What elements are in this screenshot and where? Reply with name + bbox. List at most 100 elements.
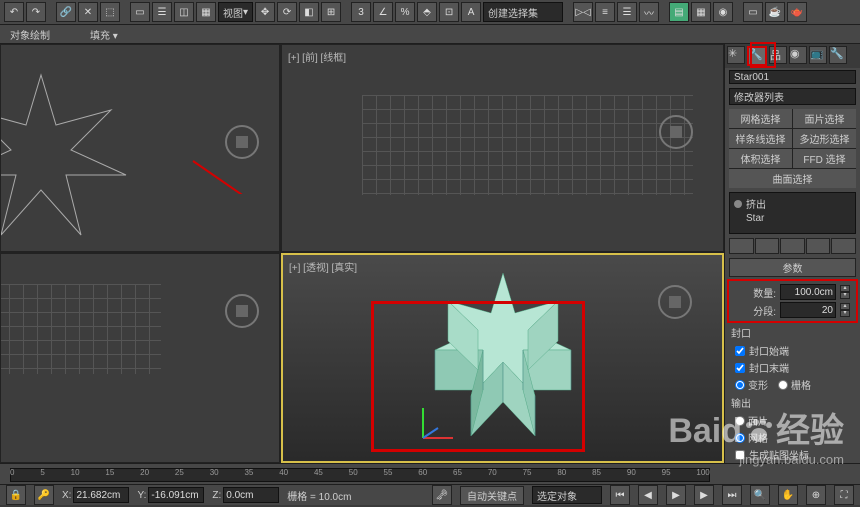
maximize-button[interactable]: ⛶: [834, 485, 854, 505]
morph-radio[interactable]: 变形: [735, 377, 768, 392]
unique-button[interactable]: [780, 238, 805, 254]
goto-end-button[interactable]: ⏭: [722, 485, 742, 505]
key-button[interactable]: 🔑: [34, 485, 54, 505]
mapcoord-checkbox[interactable]: 生成贴图坐标: [725, 446, 860, 463]
mesh-radio[interactable]: 网格: [735, 430, 768, 445]
viewport-left[interactable]: [0, 253, 280, 463]
select-name-button[interactable]: ☰: [152, 2, 172, 22]
render-setup-button[interactable]: ◉: [713, 2, 733, 22]
prev-frame-button[interactable]: ◀: [638, 485, 658, 505]
viewport-front[interactable]: [+] [前] [线框]: [281, 44, 724, 252]
unlink-button[interactable]: ✕: [78, 2, 98, 22]
vol-select-button[interactable]: 体积选择: [729, 149, 792, 168]
abc-button[interactable]: A: [461, 2, 481, 22]
y-field[interactable]: [148, 487, 204, 503]
view-dropdown[interactable]: 视图 ▾: [218, 2, 253, 22]
cap-end-checkbox[interactable]: 封口末端: [725, 359, 860, 376]
params-rollout[interactable]: 参数: [729, 258, 856, 277]
redo-button[interactable]: ↷: [26, 2, 46, 22]
next-frame-button[interactable]: ▶: [694, 485, 714, 505]
show-end-button[interactable]: [755, 238, 780, 254]
grid-radio[interactable]: 栅格: [778, 377, 811, 392]
goto-start-button[interactable]: ⏮: [610, 485, 630, 505]
ref-coord-button[interactable]: ⊞: [321, 2, 341, 22]
align-button[interactable]: ≡: [595, 2, 615, 22]
auto-key-button[interactable]: 自动关键点: [460, 486, 524, 505]
modifier-list-dropdown[interactable]: 修改器列表: [729, 88, 856, 105]
segments-spin-buttons[interactable]: ▴▾: [840, 303, 850, 317]
object-name-field[interactable]: Star001: [729, 70, 856, 84]
amount-spin-buttons[interactable]: ▴▾: [840, 285, 850, 299]
status-bar: 🔒 🔑 X: Y: Z: 栅格 = 10.0cm 🗝 自动关键点 选定对象 ⏮ …: [0, 484, 860, 505]
object-paint-label: 对象绘制: [10, 27, 50, 42]
spline-select-button[interactable]: 样条线选择: [729, 129, 792, 148]
named-selection-dropdown[interactable]: 创建选择集: [483, 2, 563, 22]
poly-select-button[interactable]: 多边形选择: [793, 129, 856, 148]
viewports: [+] [前] [线框] [+] [透视] [真实]: [0, 44, 724, 463]
output-group-label: 输出: [725, 393, 860, 412]
pin-stack-button[interactable]: [729, 238, 754, 254]
material-button[interactable]: ▦: [691, 2, 711, 22]
render-frame-button[interactable]: ▭: [743, 2, 763, 22]
y-coord: Y:: [137, 487, 204, 503]
segments-spinner[interactable]: [780, 302, 836, 318]
select-region-button[interactable]: ◫: [174, 2, 194, 22]
scale-button[interactable]: ◧: [299, 2, 319, 22]
curve-editor-button[interactable]: 〰: [639, 2, 659, 22]
modifier-stack[interactable]: 挤出 Star: [729, 192, 856, 234]
config-button[interactable]: [831, 238, 856, 254]
viewport-top[interactable]: [0, 44, 280, 252]
select-button[interactable]: ▭: [130, 2, 150, 22]
command-panel: ✳ 🔧 品 ◉ 📺 🔧 Star001 修改器列表 网格选择 面片选择 样条线选…: [724, 44, 860, 463]
orbit-button[interactable]: ⊕: [806, 485, 826, 505]
x-field[interactable]: [73, 487, 129, 503]
display-tab[interactable]: 📺: [809, 46, 827, 64]
layer-button[interactable]: ☰: [617, 2, 637, 22]
annotation-box-star: [371, 301, 585, 452]
utilities-tab[interactable]: 🔧: [829, 46, 847, 64]
view-cube-icon[interactable]: [225, 125, 259, 159]
selection-grid: 网格选择 面片选择 样条线选择 多边形选择 体积选择 FFD 选择 曲面选择: [729, 109, 856, 188]
move-button[interactable]: ✥: [255, 2, 275, 22]
mirror-button[interactable]: ▷◁: [573, 2, 593, 22]
lock-button[interactable]: 🔒: [6, 485, 26, 505]
bind-button[interactable]: ⬚: [100, 2, 120, 22]
link-button[interactable]: 🔗: [56, 2, 76, 22]
play-button[interactable]: ▶: [666, 485, 686, 505]
mesh-select-button[interactable]: 网格选择: [729, 109, 792, 128]
window-crossing-button[interactable]: ▦: [196, 2, 216, 22]
snap-options-button[interactable]: ⊡: [439, 2, 459, 22]
remove-mod-button[interactable]: [806, 238, 831, 254]
zoom-button[interactable]: 🔍: [750, 485, 770, 505]
schematic-button[interactable]: ▤: [669, 2, 689, 22]
spinner-snap-button[interactable]: ⬘: [417, 2, 437, 22]
surf-select-button[interactable]: 曲面选择: [729, 169, 856, 188]
timeline[interactable]: 0510152025303540455055606570758085909510…: [0, 463, 860, 484]
viewport-perspective-label: [+] [透视] [真实]: [289, 259, 357, 274]
create-tab[interactable]: ✳: [727, 46, 745, 64]
pan-button[interactable]: ✋: [778, 485, 798, 505]
stack-star[interactable]: Star: [734, 212, 851, 225]
stack-extrude[interactable]: 挤出: [734, 195, 851, 212]
amount-spinner[interactable]: [780, 284, 836, 300]
key-mode-button[interactable]: 🗝: [432, 485, 452, 505]
snap-3-button[interactable]: 3: [351, 2, 371, 22]
quick-render-button[interactable]: ☕: [765, 2, 785, 22]
star-wireframe-top: [0, 65, 141, 252]
face-select-button[interactable]: 面片选择: [793, 109, 856, 128]
motion-tab[interactable]: ◉: [789, 46, 807, 64]
view-cube-icon[interactable]: [659, 115, 693, 149]
ffd-select-button[interactable]: FFD 选择: [793, 149, 856, 168]
view-cube-icon[interactable]: [225, 294, 259, 328]
key-filter-dropdown[interactable]: 选定对象: [532, 486, 602, 504]
percent-snap-button[interactable]: %: [395, 2, 415, 22]
cap-start-checkbox[interactable]: 封口始端: [725, 342, 860, 359]
z-field[interactable]: [223, 487, 279, 503]
grid-readout: 栅格 = 10.0cm: [287, 488, 351, 503]
patch-radio[interactable]: 面片: [735, 413, 768, 428]
render-button[interactable]: 🫖: [787, 2, 807, 22]
undo-button[interactable]: ↶: [4, 2, 24, 22]
angle-snap-button[interactable]: ∠: [373, 2, 393, 22]
rotate-button[interactable]: ⟳: [277, 2, 297, 22]
view-cube-icon[interactable]: [658, 285, 692, 319]
